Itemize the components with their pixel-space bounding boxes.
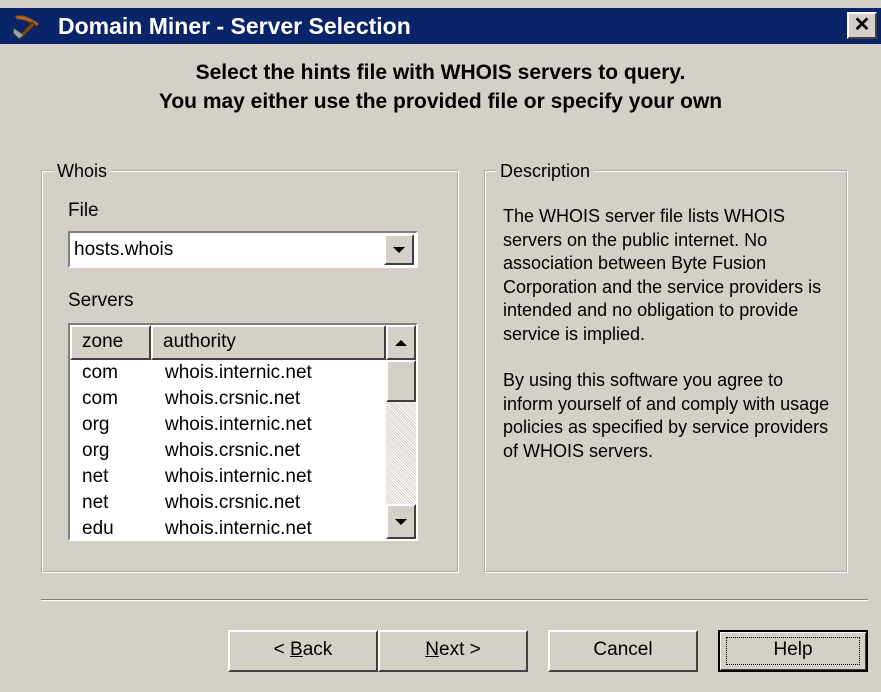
chevron-down-icon [395,518,407,525]
file-combobox-value: hosts.whois [74,239,174,260]
authority-cell: whois.internic.net [165,362,312,383]
separator-line [41,599,868,601]
window-title: Domain Miner - Server Selection [58,13,411,39]
description-paragraph-2: By using this software you agree to info… [503,370,830,461]
file-dropdown-button[interactable] [384,234,414,265]
zone-cell: org [82,440,110,461]
zone-cell: com [82,388,118,409]
back-button-label: ack [302,639,333,660]
authority-cell: whois.internic.net [165,414,312,435]
list-item[interactable]: org whois.crsnic.net [70,438,386,464]
list-item[interactable]: com whois.crsnic.net [70,386,386,412]
cancel-button-label: Cancel [593,639,653,660]
back-button[interactable]: < Back [228,630,378,672]
zone-cell: com [82,362,118,383]
list-item[interactable]: edu whois.internic.net [70,516,386,539]
description-text: The WHOIS server file lists WHOIS server… [503,205,833,463]
description-paragraph-1: The WHOIS server file lists WHOIS server… [503,206,822,344]
chevron-down-icon [393,246,405,253]
authority-cell: whois.internic.net [165,466,312,487]
column-header-zone[interactable]: zone [70,325,151,360]
instructions-line-2: You may either use the provided file or … [158,90,723,113]
instructions-header: Select the hints file with WHOIS servers… [0,58,881,116]
whois-group-legend: Whois [53,159,112,183]
servers-rows: com whois.internic.net com whois.crsnic.ne… [70,360,386,539]
dialog-window: Domain Miner - Server Selection ✕ Select… [0,0,881,692]
servers-scrollbar[interactable] [386,325,416,539]
close-icon: ✕ [853,14,871,36]
zone-cell: net [82,492,109,513]
scroll-up-button[interactable] [386,325,416,360]
scroll-down-button[interactable] [386,504,416,539]
next-button-label: ext > [439,639,481,660]
focus-rectangle [726,637,860,665]
next-button-mnemonic: N [425,639,439,660]
authority-cell: whois.crsnic.net [165,388,301,409]
servers-listview[interactable]: zone authority com whois.internic.net com… [68,323,418,541]
servers-label: Servers [68,290,134,311]
authority-cell: whois.crsnic.net [165,440,301,461]
title-bar[interactable]: Domain Miner - Server Selection ✕ [0,8,881,44]
chevron-up-icon [395,339,407,346]
pickaxe-icon [12,15,40,40]
help-button[interactable]: Help [718,630,868,672]
cancel-button[interactable]: Cancel [548,630,698,672]
authority-cell: whois.internic.net [165,518,312,539]
scroll-thumb[interactable] [386,360,416,402]
instructions-line-1: Select the hints file with WHOIS servers… [195,61,686,84]
back-button-mnemonic: B [290,639,303,660]
list-item[interactable]: net whois.crsnic.net [70,490,386,516]
zone-cell: net [82,466,109,487]
next-button[interactable]: Next > [378,630,528,672]
back-button-prefix: < [273,639,291,660]
file-combobox[interactable]: hosts.whois [68,231,418,268]
column-header-authority[interactable]: authority [151,325,386,360]
close-button[interactable]: ✕ [847,12,877,39]
zone-cell: org [82,414,110,435]
authority-cell: whois.crsnic.net [165,492,301,513]
zone-cell: edu [82,518,114,539]
file-label: File [68,200,99,221]
list-item[interactable]: org whois.internic.net [70,412,386,438]
list-item[interactable]: com whois.internic.net [70,360,386,386]
list-item[interactable]: net whois.internic.net [70,464,386,490]
description-group-legend: Description [496,159,595,183]
